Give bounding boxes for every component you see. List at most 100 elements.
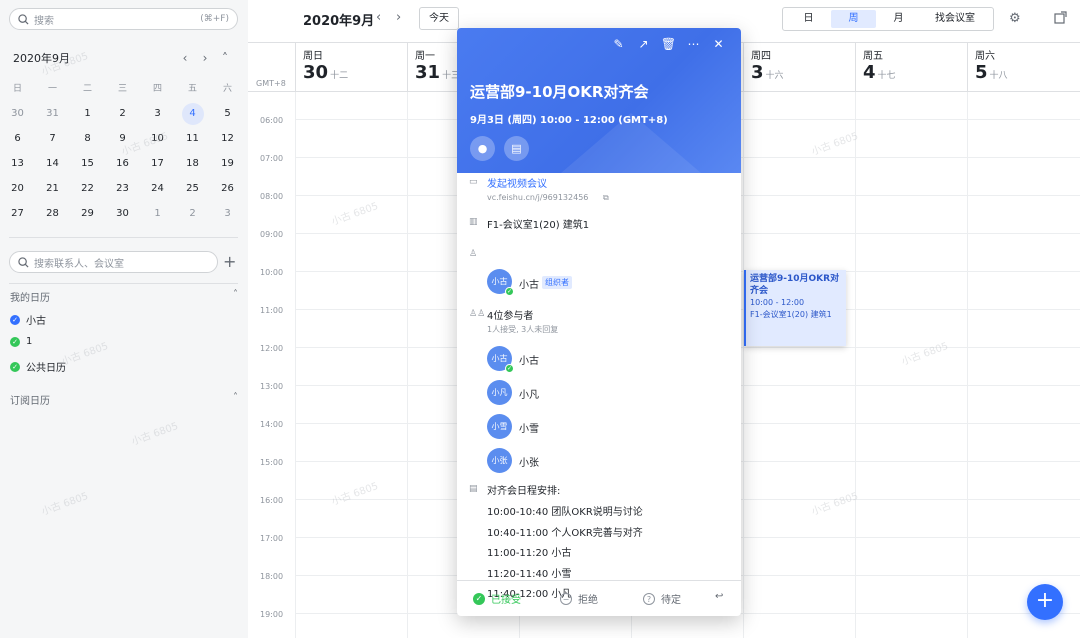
mini-day[interactable]: 2: [105, 103, 140, 128]
decline-button[interactable]: − 拒绝: [560, 591, 598, 606]
reply-icon[interactable]: ↩: [715, 591, 723, 602]
mini-day[interactable]: 30: [105, 203, 140, 228]
more-icon[interactable]: ⋯: [681, 37, 706, 51]
mini-day[interactable]: 31: [35, 103, 70, 128]
add-calendar-icon[interactable]: +: [223, 252, 236, 272]
mini-day[interactable]: 29: [70, 203, 105, 228]
hour-label: 14:00: [260, 420, 284, 429]
mini-day[interactable]: 5: [210, 103, 245, 128]
day-header-thu[interactable]: 周四 3 十六: [743, 43, 855, 93]
mini-day[interactable]: 13: [0, 153, 35, 178]
mini-day[interactable]: 9: [105, 128, 140, 153]
mini-day[interactable]: 7: [35, 128, 70, 153]
mini-calendar-week: 13 14 15 16 17 18 19: [0, 153, 245, 178]
chat-icon[interactable]: ●: [470, 136, 495, 161]
tentative-button[interactable]: ? 待定: [643, 591, 681, 606]
share-icon[interactable]: ↗: [631, 37, 656, 51]
today-button[interactable]: 今天: [419, 7, 459, 30]
share-window-icon[interactable]: [1054, 11, 1067, 28]
contact-search-input[interactable]: 搜索联系人、会议室: [9, 251, 218, 273]
mini-day[interactable]: 14: [35, 153, 70, 178]
mini-day[interactable]: 10: [140, 128, 175, 153]
video-meeting-url[interactable]: vc.feishu.cn/j/969132456: [487, 193, 588, 202]
search-placeholder: 搜索: [34, 15, 54, 27]
mini-day[interactable]: 3: [210, 203, 245, 228]
mini-day[interactable]: 12: [210, 128, 245, 153]
mini-day[interactable]: 1: [140, 203, 175, 228]
event-detail-popup: ✎ ↗ 🗑 ⋯ ✕ 运营部9-10月OKR对齐会 9月3日 (周四) 10:00…: [457, 28, 741, 616]
mini-day[interactable]: 27: [0, 203, 35, 228]
delete-icon[interactable]: 🗑: [656, 37, 681, 51]
mini-day[interactable]: 22: [70, 178, 105, 203]
weekday-label: 日: [12, 84, 22, 94]
mini-day[interactable]: 25: [175, 178, 210, 203]
avatar[interactable]: 小凡: [487, 380, 512, 405]
mini-day[interactable]: 3: [140, 103, 175, 128]
mini-day[interactable]: 19: [210, 153, 245, 178]
tab-day[interactable]: 日: [786, 10, 831, 28]
day-header-sat[interactable]: 周六 5 十八: [967, 43, 1079, 93]
mini-day[interactable]: 21: [35, 178, 70, 203]
calendar-item-xiaogu[interactable]: ✓ 小古: [10, 312, 46, 327]
day-header-sun[interactable]: 周日 30 十二: [295, 43, 407, 93]
avatar[interactable]: 小古 ✓: [487, 346, 514, 373]
copy-icon[interactable]: ⧉: [603, 193, 609, 203]
accept-button[interactable]: ✓ 已接受: [473, 591, 521, 606]
avatar[interactable]: 小雪: [487, 414, 512, 439]
chevron-up-icon[interactable]: ˄: [233, 392, 238, 407]
calendar-item-1[interactable]: ✓ 1: [10, 336, 32, 347]
organizer-name: 小古: [519, 280, 539, 291]
checkbox-checked-icon[interactable]: ✓: [10, 314, 20, 325]
document-icon[interactable]: ▤: [504, 136, 529, 161]
mini-day[interactable]: 6: [0, 128, 35, 153]
start-video-meeting-link[interactable]: 发起视频会议: [487, 175, 547, 190]
mini-day[interactable]: 23: [105, 178, 140, 203]
calendar-item-public[interactable]: ✓ 公共日历: [10, 359, 66, 374]
checkbox-checked-icon[interactable]: ✓: [10, 361, 20, 372]
gear-icon[interactable]: ⚙: [1009, 11, 1021, 26]
hour-label: 12:00: [260, 344, 284, 353]
mini-day[interactable]: 1: [70, 103, 105, 128]
chevron-left-icon[interactable]: ‹: [175, 51, 195, 65]
mini-day[interactable]: 28: [35, 203, 70, 228]
close-icon[interactable]: ✕: [706, 37, 731, 51]
avatar[interactable]: 小张: [487, 448, 512, 473]
my-calendars-header[interactable]: 我的日历 ˄: [10, 289, 238, 304]
mini-day[interactable]: 18: [175, 153, 210, 178]
mini-day[interactable]: 2: [175, 203, 210, 228]
tab-month[interactable]: 月: [876, 10, 921, 28]
mini-day[interactable]: 30: [0, 103, 35, 128]
chevron-right-icon[interactable]: ›: [396, 10, 401, 25]
day-name: 周六: [975, 51, 995, 62]
hour-label: 16:00: [260, 496, 284, 505]
mini-day[interactable]: 24: [140, 178, 175, 203]
lunar-date: 十六: [765, 71, 784, 81]
mini-day[interactable]: 26: [210, 178, 245, 203]
mini-day[interactable]: 17: [140, 153, 175, 178]
mini-day[interactable]: 15: [70, 153, 105, 178]
subscribed-calendars-header[interactable]: 订阅日历 ˄: [10, 392, 238, 407]
mini-day[interactable]: 16: [105, 153, 140, 178]
calendar-event-block[interactable]: 运营部9-10月OKR对齐会 10:00 - 12:00 F1-会议室1(20)…: [744, 270, 846, 346]
tab-find-room[interactable]: 找会议室: [921, 10, 989, 28]
tab-week[interactable]: 周: [831, 10, 876, 28]
chevron-up-icon[interactable]: ˄: [215, 51, 235, 65]
mini-day-selected[interactable]: 4: [175, 103, 210, 128]
chevron-up-icon[interactable]: ˄: [233, 289, 238, 304]
mini-day[interactable]: 20: [0, 178, 35, 203]
mini-calendar-week: 30 31 1 2 3 4 5: [0, 103, 245, 128]
create-event-button[interactable]: +: [1027, 584, 1063, 620]
avatar-label: 小古: [491, 277, 508, 286]
avatar[interactable]: 小古 ✓: [487, 269, 514, 296]
chevron-right-icon[interactable]: ›: [195, 51, 215, 65]
mini-day[interactable]: 8: [70, 128, 105, 153]
day-header-fri[interactable]: 周五 4 十七: [855, 43, 967, 93]
hour-label: 10:00: [260, 268, 284, 277]
event-block-room: F1-会议室1(20) 建筑1: [750, 310, 832, 319]
checkbox-checked-icon[interactable]: ✓: [10, 336, 20, 347]
mini-day[interactable]: 11: [175, 128, 210, 153]
chevron-left-icon[interactable]: ‹: [376, 10, 381, 25]
edit-icon[interactable]: ✎: [606, 37, 631, 51]
mini-calendar-header: 2020年9月 ‹ › ˄: [13, 50, 235, 66]
search-input[interactable]: 搜索 (⌘+F): [9, 8, 238, 30]
